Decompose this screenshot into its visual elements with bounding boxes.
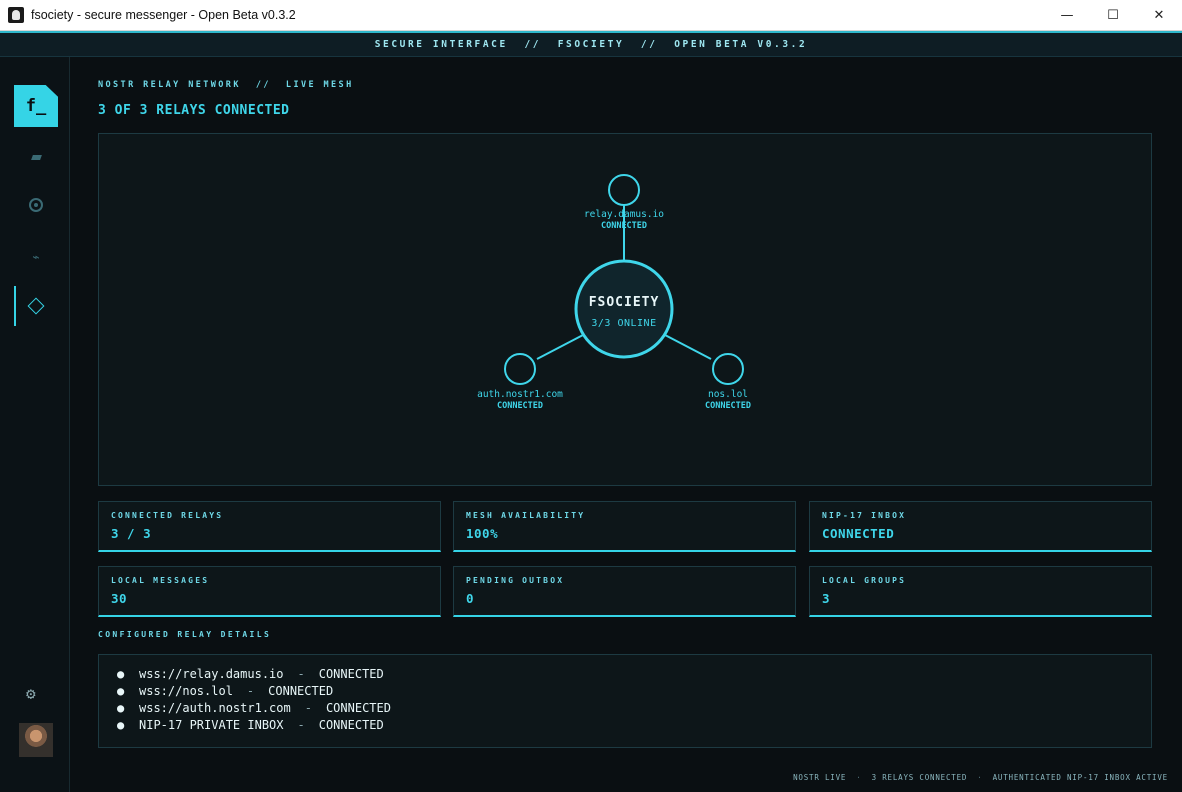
separator: - xyxy=(246,684,255,698)
relay-node-status: CONNECTED xyxy=(705,401,751,411)
relay-node[interactable] xyxy=(608,174,640,206)
window-titlebar: fsociety - secure messenger - Open Beta … xyxy=(0,0,1182,31)
banner-text: SECURE INTERFACE // FSOCIETY // OPEN BET… xyxy=(374,39,808,50)
relay-node-name: auth.nostr1.com xyxy=(477,389,563,400)
link-relay-auth xyxy=(536,334,584,360)
relay-node-status: CONNECTED xyxy=(497,401,543,411)
relay-status: CONNECTED xyxy=(325,701,391,715)
relay-details-list: ● wss://relay.damus.io - CONNECTED ● wss… xyxy=(98,654,1152,748)
window-title: fsociety - secure messenger - Open Beta … xyxy=(31,8,296,22)
relay-url: wss://relay.damus.io xyxy=(139,667,284,681)
bullet-icon: ● xyxy=(117,701,125,715)
separator: - xyxy=(304,701,312,715)
relay-node-status: CONNECTED xyxy=(601,221,647,231)
stat-nip17-inbox: NIP-17 INBOX CONNECTED xyxy=(809,501,1152,552)
maximize-button[interactable]: ☐ xyxy=(1090,0,1136,31)
section-subtitle: NOSTR RELAY NETWORK // LIVE MESH xyxy=(98,80,354,90)
app-icon xyxy=(8,7,24,23)
user-avatar[interactable] xyxy=(19,723,53,757)
stat-pending-outbox: PENDING OUTBOX 0 xyxy=(453,566,796,617)
relay-status: CONNECTED xyxy=(268,684,334,698)
window-controls: — ☐ ✕ xyxy=(1044,0,1182,31)
separator: - xyxy=(297,718,305,732)
relay-url: NIP-17 PRIVATE INBOX xyxy=(139,718,284,732)
list-item: ● NIP-17 PRIVATE INBOX - CONNECTED xyxy=(117,717,1151,734)
bullet-icon: ● xyxy=(117,684,125,698)
chat-icon xyxy=(30,154,42,160)
stat-label: CONNECTED RELAYS xyxy=(111,511,224,520)
relay-node[interactable] xyxy=(712,353,744,385)
stat-label: NIP-17 INBOX xyxy=(822,511,907,520)
stat-value: 0 xyxy=(466,591,475,606)
center-node-status: 3/3 ONLINE xyxy=(591,318,656,329)
relay-status: CONNECTED xyxy=(318,718,384,732)
activity-icon: ⌁ xyxy=(32,250,40,264)
close-button[interactable]: ✕ xyxy=(1136,0,1182,31)
footer-item: AUTHENTICATED NIP-17 INBOX ACTIVE xyxy=(992,773,1168,782)
stat-label: LOCAL GROUPS xyxy=(822,576,907,585)
page-title: 3 OF 3 RELAYS CONNECTED xyxy=(98,103,290,118)
stat-value: 100% xyxy=(466,526,499,541)
list-item: ● wss://nos.lol - CONNECTED xyxy=(117,683,1151,700)
stat-label: MESH AVAILABILITY xyxy=(466,511,586,520)
list-item: ● wss://auth.nostr1.com - CONNECTED xyxy=(117,700,1151,717)
stat-local-groups: LOCAL GROUPS 3 xyxy=(809,566,1152,617)
relay-node[interactable] xyxy=(504,353,536,385)
stat-local-messages: LOCAL MESSAGES 30 xyxy=(98,566,441,617)
list-item: ● wss://relay.damus.io - CONNECTED xyxy=(117,666,1151,683)
details-title: CONFIGURED RELAY DETAILS xyxy=(98,630,272,639)
mesh-svg: FSOCIETY 3/3 ONLINE relay.damus.io CONNE… xyxy=(477,174,751,411)
relay-node-name: relay.damus.io xyxy=(584,209,664,220)
minimize-button[interactable]: — xyxy=(1044,0,1090,31)
stat-value: CONNECTED xyxy=(822,526,895,541)
footer-separator: · xyxy=(856,773,862,782)
stat-value: 3 / 3 xyxy=(111,526,152,541)
stat-connected-relays: CONNECTED RELAYS 3 / 3 xyxy=(98,501,441,552)
app-logo[interactable]: f_ xyxy=(14,85,58,127)
footer-separator: · xyxy=(977,773,983,782)
footer-item: 3 RELAYS CONNECTED xyxy=(871,773,968,782)
nav-chats[interactable] xyxy=(14,137,58,177)
separator: - xyxy=(297,667,305,681)
bullet-icon: ● xyxy=(117,667,125,681)
sidebar: f_ ⌁ ⚙ xyxy=(0,57,70,792)
relay-url: wss://auth.nostr1.com xyxy=(139,701,291,715)
target-icon xyxy=(29,198,43,212)
link-relay-noslol xyxy=(664,334,712,360)
nav-activity[interactable]: ⌁ xyxy=(14,237,58,277)
nav-relays[interactable] xyxy=(14,286,58,326)
stat-value: 3 xyxy=(822,591,831,606)
stat-mesh-availability: MESH AVAILABILITY 100% xyxy=(453,501,796,552)
relay-url: wss://nos.lol xyxy=(139,684,233,698)
center-node-title: FSOCIETY xyxy=(589,295,660,310)
gear-icon[interactable]: ⚙ xyxy=(26,684,36,703)
relay-status: CONNECTED xyxy=(318,667,384,681)
footer-item: NOSTR LIVE xyxy=(793,773,847,782)
stat-value: 30 xyxy=(111,591,128,606)
bullet-icon: ● xyxy=(117,718,125,732)
relay-node-name: nos.lol xyxy=(708,389,748,400)
diamond-icon xyxy=(27,297,45,315)
status-footer: NOSTR LIVE · 3 RELAYS CONNECTED · AUTHEN… xyxy=(793,773,1168,782)
nav-targets[interactable] xyxy=(14,185,58,225)
top-banner: SECURE INTERFACE // FSOCIETY // OPEN BET… xyxy=(0,31,1182,57)
relay-mesh-graph: FSOCIETY 3/3 ONLINE relay.damus.io CONNE… xyxy=(98,133,1152,486)
stat-label: LOCAL MESSAGES xyxy=(111,576,210,585)
stat-label: PENDING OUTBOX xyxy=(466,576,565,585)
